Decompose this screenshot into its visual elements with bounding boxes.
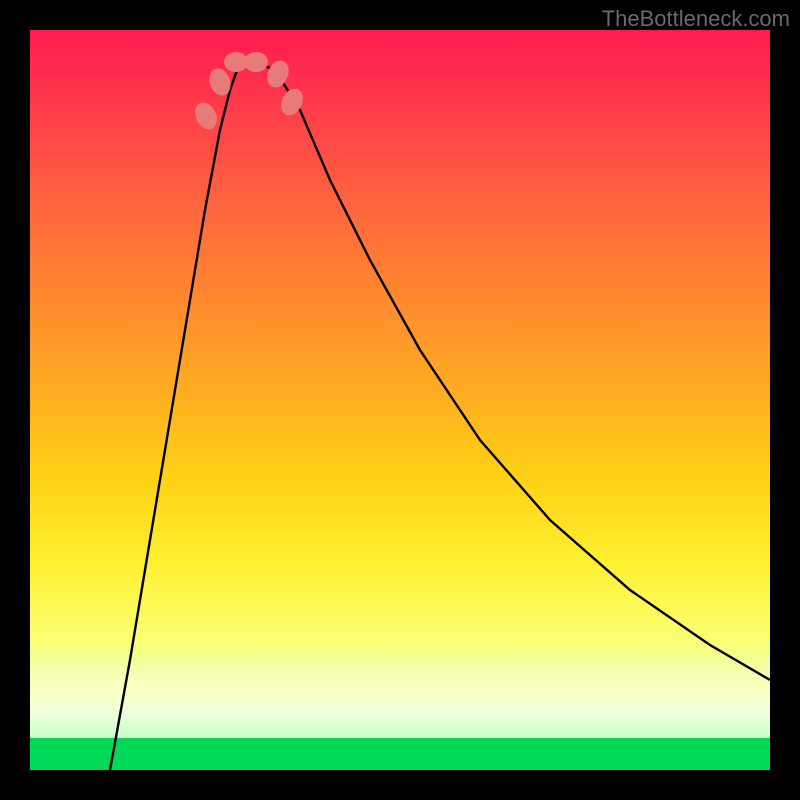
yellow-band	[30, 653, 770, 738]
green-floor	[30, 738, 770, 770]
chart-area	[30, 30, 770, 770]
watermark-text: TheBottleneck.com	[602, 6, 790, 32]
